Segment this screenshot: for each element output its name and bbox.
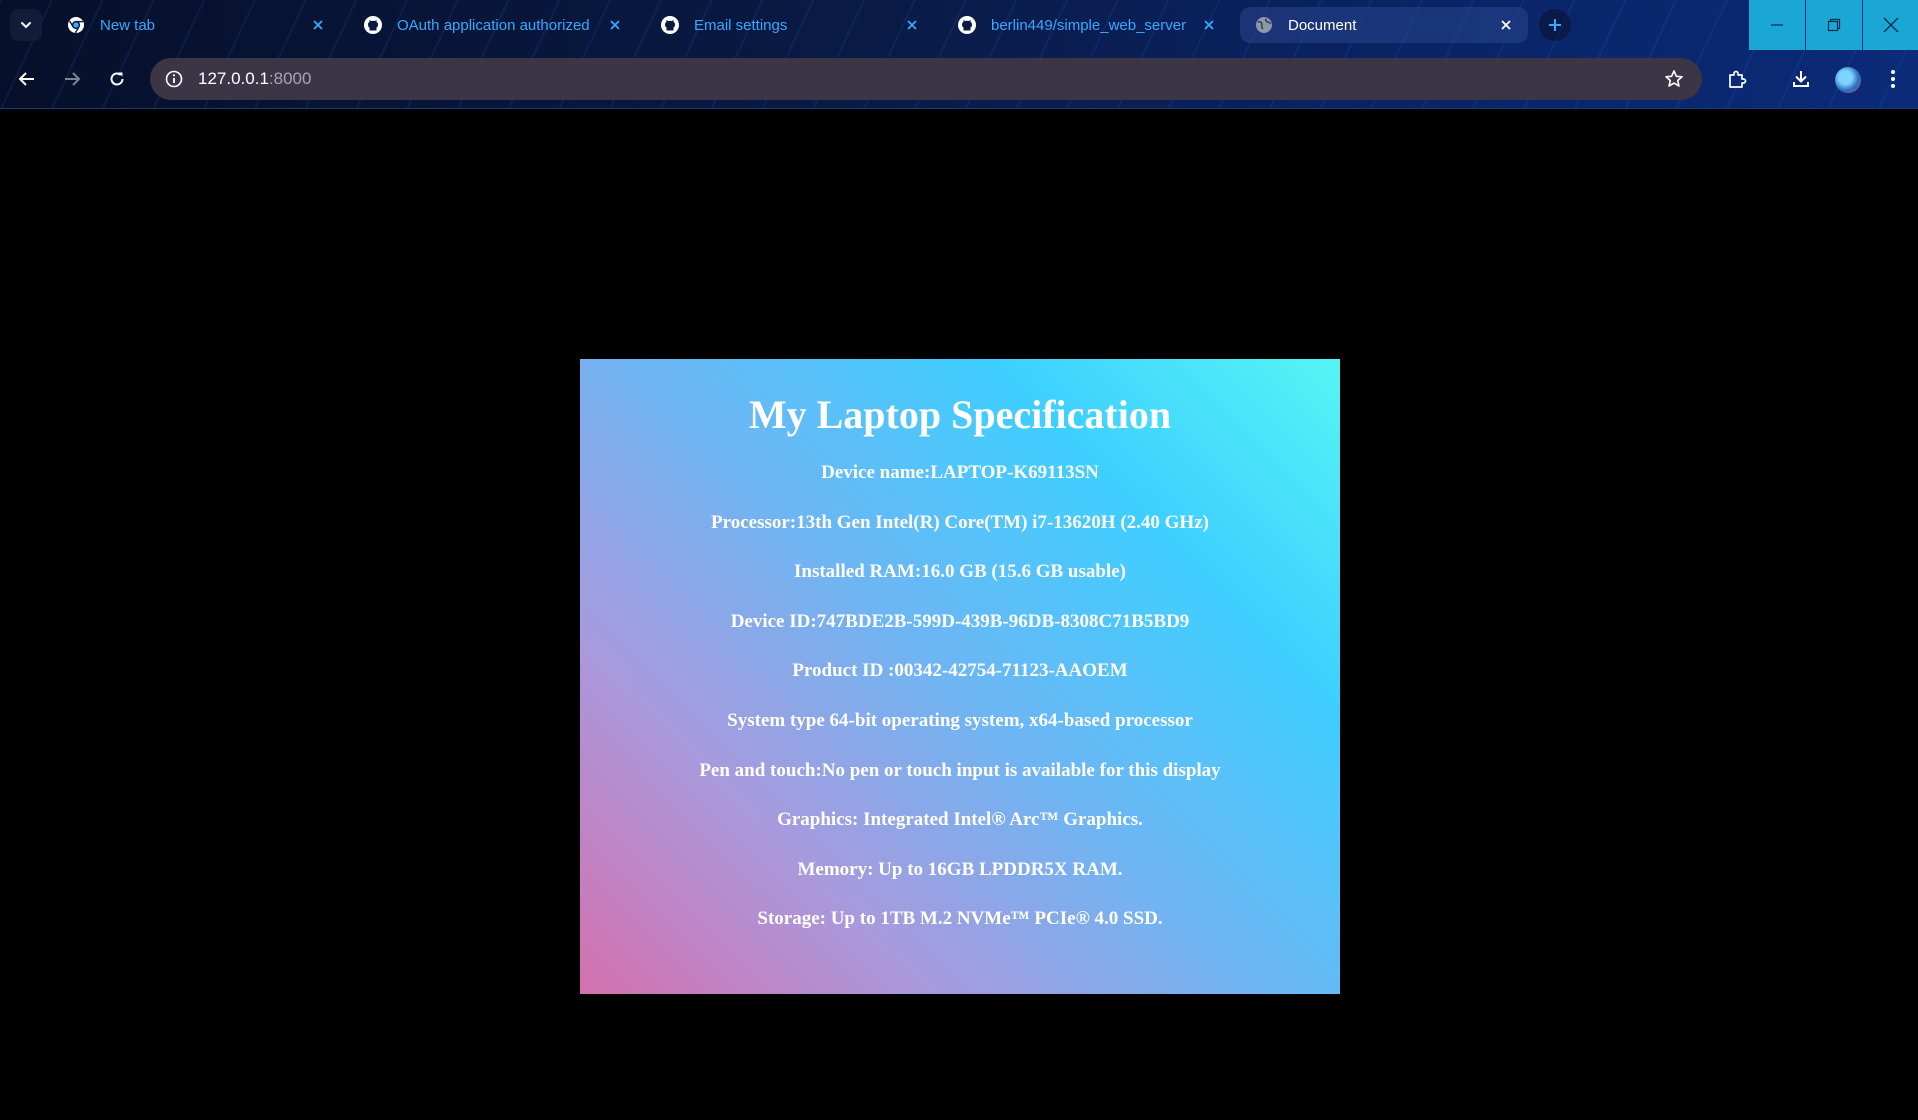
chevron-down-icon bbox=[21, 22, 31, 29]
page-viewport: My Laptop Specification Device name:LAPT… bbox=[0, 109, 1918, 1120]
url-text: 127.0.0.1:8000 bbox=[198, 69, 311, 89]
spec-memory: Memory: Up to 16GB LPDDR5X RAM. bbox=[797, 858, 1123, 880]
github-icon bbox=[957, 15, 977, 35]
page-title: My Laptop Specification bbox=[748, 392, 1172, 437]
url-port: :8000 bbox=[268, 69, 312, 88]
spec-storage: Storage: Up to 1TB M.2 NVMe™ PCIe® 4.0 S… bbox=[757, 908, 1163, 930]
browser-chrome: New tab OAuth application authorized Ema… bbox=[0, 0, 1918, 109]
close-icon[interactable] bbox=[308, 15, 328, 35]
close-icon bbox=[1883, 17, 1899, 33]
puzzle-icon bbox=[1729, 70, 1747, 88]
browser-menu-button[interactable] bbox=[1876, 62, 1910, 96]
spec-graphics: Graphics: Integrated Intel® Arc™ Graphic… bbox=[777, 809, 1143, 831]
close-icon[interactable] bbox=[902, 15, 922, 35]
spec-list: Device name:LAPTOP-K69113SN Processor:13… bbox=[580, 461, 1340, 957]
spec-installed-ram: Installed RAM:16.0 GB (15.6 GB usable) bbox=[794, 561, 1126, 583]
profile-avatar[interactable] bbox=[1835, 67, 1861, 93]
restore-icon bbox=[1827, 18, 1841, 32]
close-icon[interactable] bbox=[1199, 15, 1219, 35]
info-icon[interactable] bbox=[162, 67, 186, 91]
download-icon bbox=[1793, 71, 1809, 87]
new-tab-button[interactable] bbox=[1539, 9, 1571, 41]
reload-button[interactable] bbox=[100, 62, 134, 96]
forward-button[interactable] bbox=[55, 62, 89, 96]
tab-title: New tab bbox=[100, 16, 156, 34]
close-window-button[interactable] bbox=[1863, 0, 1918, 50]
bookmark-star-icon[interactable] bbox=[1662, 67, 1686, 91]
arrow-left-icon bbox=[18, 72, 34, 86]
downloads-button[interactable] bbox=[1784, 62, 1818, 96]
tab-oauth-authorized[interactable]: OAuth application authorized bbox=[349, 7, 637, 43]
minimize-button[interactable] bbox=[1749, 0, 1805, 50]
more-vertical-icon bbox=[1891, 70, 1895, 88]
back-button[interactable] bbox=[10, 62, 44, 96]
tab-title: berlin449/simple_web_server bbox=[991, 16, 1187, 34]
url-host: 127.0.0.1 bbox=[198, 69, 269, 88]
tab-title: Email settings bbox=[694, 16, 788, 34]
spec-card: My Laptop Specification Device name:LAPT… bbox=[580, 359, 1340, 994]
close-icon[interactable] bbox=[1496, 15, 1516, 35]
browser-toolbar: 127.0.0.1:8000 bbox=[0, 50, 1918, 108]
tab-new-tab[interactable]: New tab bbox=[52, 7, 340, 43]
tab-title: OAuth application authorized bbox=[397, 16, 590, 34]
plus-icon bbox=[1549, 19, 1561, 31]
tab-search-button[interactable] bbox=[10, 9, 42, 41]
arrow-right-icon bbox=[65, 72, 81, 86]
github-icon bbox=[660, 15, 680, 35]
spec-processor: Processor:13th Gen Intel(R) Core(TM) i7-… bbox=[711, 511, 1209, 533]
spec-device-id: Device ID:747BDE2B-599D-439B-96DB-8308C7… bbox=[730, 610, 1190, 632]
globe-icon bbox=[1254, 15, 1274, 35]
tab-title: Document bbox=[1288, 16, 1357, 34]
github-icon bbox=[363, 15, 383, 35]
tab-document[interactable]: Document bbox=[1240, 7, 1528, 43]
restore-button[interactable] bbox=[1806, 0, 1862, 50]
tab-email-settings[interactable]: Email settings bbox=[646, 7, 934, 43]
spec-product-id: Product ID :00342-42754-71123-AAOEM bbox=[792, 660, 1128, 682]
spec-device-name: Device name:LAPTOP-K69113SN bbox=[821, 462, 1099, 483]
tab-strip: New tab OAuth application authorized Ema… bbox=[0, 0, 1918, 50]
close-icon[interactable] bbox=[605, 15, 625, 35]
minimize-icon bbox=[1771, 24, 1783, 26]
address-bar[interactable]: 127.0.0.1:8000 bbox=[150, 58, 1702, 100]
chrome-icon bbox=[66, 15, 86, 35]
spec-pen-touch: Pen and touch:No pen or touch input is a… bbox=[699, 759, 1221, 781]
reload-icon bbox=[110, 72, 124, 86]
extensions-button[interactable] bbox=[1720, 62, 1754, 96]
spec-system-type: System type 64-bit operating system, x64… bbox=[727, 709, 1193, 731]
tab-simple-web-server[interactable]: berlin449/simple_web_server bbox=[943, 7, 1231, 43]
